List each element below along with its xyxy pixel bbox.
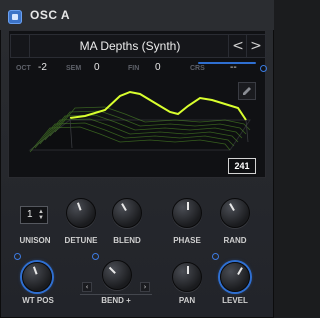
osc-header: OSC A <box>0 0 274 30</box>
level-mod-dot[interactable] <box>212 253 219 260</box>
fin-label: FIN <box>128 65 140 72</box>
crs-label: CRS <box>190 65 205 72</box>
unison-value: 1 <box>27 209 33 220</box>
bend-mod-dot[interactable] <box>92 253 99 260</box>
edit-wavetable-button[interactable] <box>238 82 256 100</box>
preset-menu-button[interactable] <box>11 35 30 57</box>
pencil-icon <box>243 87 251 95</box>
wt-pos-knob[interactable] <box>22 262 52 292</box>
bend-next-button[interactable]: › <box>140 282 150 292</box>
preset-next-button[interactable]: > <box>246 35 265 57</box>
blend-label: BLEND <box>113 236 141 245</box>
wavetable-frame-number[interactable]: 241 <box>228 158 256 174</box>
pan-label: PAN <box>178 296 196 305</box>
osc-title: OSC A <box>30 8 71 22</box>
unison-voices-stepper[interactable]: 1 ▲ ▼ <box>20 206 48 224</box>
bend-knob[interactable] <box>102 260 132 290</box>
phase-label: PHASE <box>173 236 201 245</box>
pan-knob[interactable] <box>172 262 202 292</box>
rand-knob[interactable] <box>220 198 250 228</box>
preset-selector[interactable]: MA Depths (Synth) < > <box>10 34 266 58</box>
detune-label: DETUNE <box>64 236 98 245</box>
oct-label: OCT <box>16 65 31 72</box>
fin-value[interactable]: 0 <box>155 62 161 73</box>
preset-name[interactable]: MA Depths (Synth) <box>35 39 225 53</box>
pitch-params: OCT -2 SEM 0 FIN 0 CRS -- <box>10 60 267 78</box>
detune-knob[interactable] <box>66 198 96 228</box>
unison-label: UNISON <box>19 236 51 245</box>
sem-value[interactable]: 0 <box>94 62 100 73</box>
level-label: LEVEL <box>222 296 248 305</box>
phase-knob[interactable] <box>172 198 202 228</box>
wtpos-mod-dot[interactable] <box>14 253 21 260</box>
wt-pos-label: WT POS <box>22 296 54 305</box>
sem-label: SEM <box>66 65 82 72</box>
preset-prev-button[interactable]: < <box>228 35 247 57</box>
rand-label: RAND <box>223 236 247 245</box>
level-knob[interactable] <box>220 262 250 292</box>
blend-knob[interactable] <box>112 198 142 228</box>
oct-value[interactable]: -2 <box>38 62 47 73</box>
osc-power-toggle[interactable] <box>8 10 22 24</box>
crs-range-bar[interactable] <box>198 62 256 64</box>
bend-label: BEND + <box>101 296 131 305</box>
bend-prev-button[interactable]: ‹ <box>82 282 92 292</box>
stepper-arrows-icon[interactable]: ▲ ▼ <box>38 209 44 221</box>
crs-mod-dot[interactable] <box>260 65 267 72</box>
